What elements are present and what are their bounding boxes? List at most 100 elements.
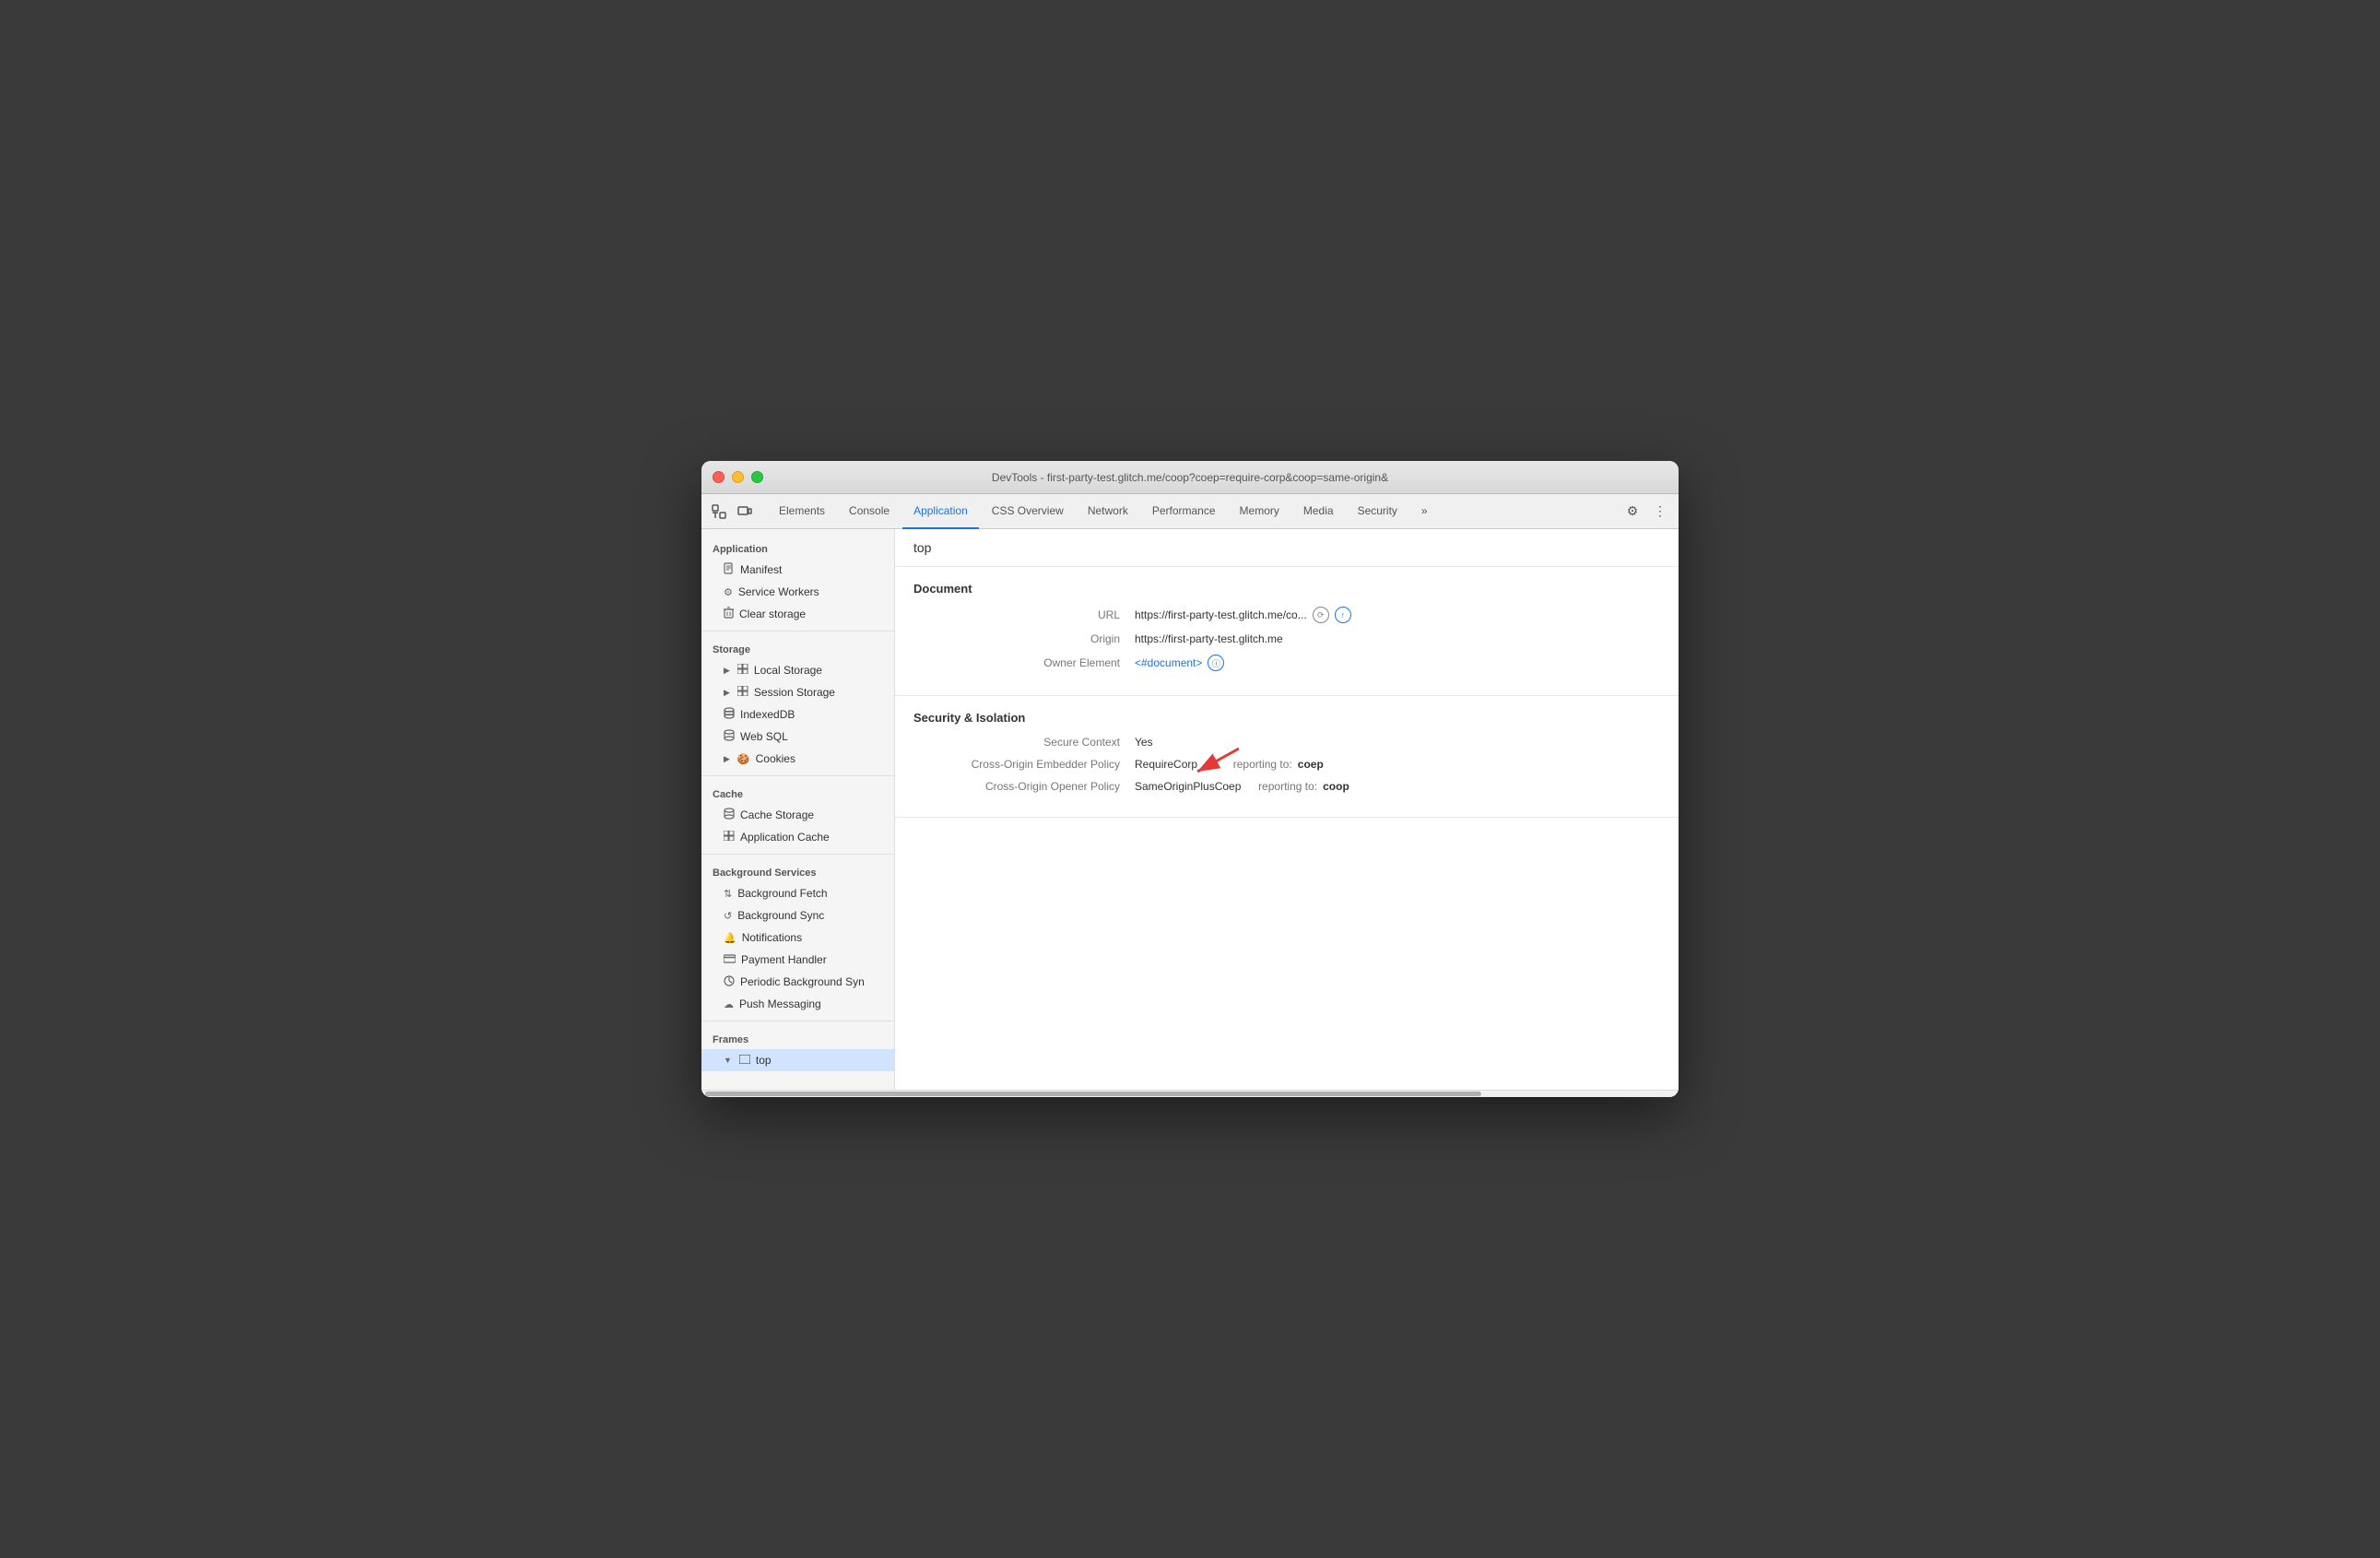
sidebar-section-frames: Frames: [701, 1027, 894, 1049]
sidebar-item-periodic-bg-sync[interactable]: Periodic Background Syn: [701, 971, 894, 993]
sidebar-item-clear-storage[interactable]: Clear storage: [701, 603, 894, 625]
secure-context-text: Yes: [1135, 736, 1153, 749]
settings-icon[interactable]: ⚙: [1621, 501, 1644, 523]
tabbar-right-controls: ⚙ ⋮: [1621, 501, 1671, 523]
sidebar-item-web-sql[interactable]: Web SQL: [701, 726, 894, 748]
origin-text: https://first-party-test.glitch.me: [1135, 632, 1283, 645]
sidebar-item-manifest[interactable]: Manifest: [701, 559, 894, 581]
sidebar-item-service-workers[interactable]: ⚙ Service Workers: [701, 581, 894, 603]
url-copy-icon[interactable]: ⟳: [1313, 607, 1329, 623]
url-field-row: URL https://first-party-test.glitch.me/c…: [913, 607, 1660, 623]
payment-handler-icon: [724, 954, 736, 966]
content-panel: top Document URL https://first-party-tes…: [895, 529, 1679, 1090]
push-messaging-icon: ☁: [724, 998, 734, 1010]
notifications-label: Notifications: [742, 931, 802, 944]
url-label: URL: [932, 608, 1135, 621]
sidebar-item-notifications[interactable]: 🔔 Notifications: [701, 927, 894, 949]
tab-css-overview[interactable]: CSS Overview: [981, 494, 1075, 529]
minimize-button[interactable]: [732, 471, 744, 483]
background-fetch-label: Background Fetch: [737, 887, 827, 900]
security-section-title: Security & Isolation: [913, 711, 1660, 725]
session-storage-icon: [737, 686, 748, 699]
periodic-bg-sync-icon: [724, 975, 735, 989]
secure-context-value: Yes: [1135, 736, 1153, 749]
secure-context-label: Secure Context: [932, 736, 1135, 749]
owner-element-field-row: Owner Element <#document> ⓘ: [913, 655, 1660, 671]
content-breadcrumb: top: [895, 529, 1679, 567]
sidebar-item-cookies[interactable]: ▶ 🍪 Cookies: [701, 748, 894, 770]
sidebar-item-payment-handler[interactable]: Payment Handler: [701, 949, 894, 971]
maximize-button[interactable]: [751, 471, 763, 483]
tab-network[interactable]: Network: [1077, 494, 1139, 529]
cookies-arrow: ▶: [724, 754, 730, 764]
cookies-icon: 🍪: [737, 753, 750, 765]
background-sync-icon: ↺: [724, 910, 732, 922]
devtools-window: DevTools - first-party-test.glitch.me/co…: [701, 461, 1679, 1097]
sidebar-item-indexeddb[interactable]: IndexedDB: [701, 703, 894, 726]
top-frame-icon: [739, 1055, 750, 1067]
sidebar-scrollbar-area: [701, 1090, 1679, 1097]
sidebar-item-top-frame[interactable]: ▼ top: [701, 1049, 894, 1071]
coop-reporting-value: coop: [1323, 780, 1349, 793]
session-storage-arrow: ▶: [724, 688, 730, 698]
window-title: DevTools - first-party-test.glitch.me/co…: [992, 471, 1388, 484]
sidebar-scrollbar-thumb[interactable]: [705, 1092, 1481, 1096]
periodic-bg-sync-label: Periodic Background Syn: [740, 975, 865, 988]
origin-label: Origin: [932, 632, 1135, 645]
secure-context-field-row: Secure Context Yes: [913, 736, 1660, 749]
tabbar: Elements Console Application CSS Overvie…: [701, 494, 1679, 529]
traffic-lights: [713, 471, 763, 483]
coep-arrow-container: RequireCorp: [1135, 758, 1197, 771]
session-storage-label: Session Storage: [754, 686, 835, 699]
owner-element-link[interactable]: <#document>: [1135, 656, 1202, 669]
device-toggle-icon[interactable]: [735, 502, 755, 522]
coep-field-row: Cross-Origin Embedder Policy RequireCorp: [913, 758, 1660, 771]
manifest-label: Manifest: [740, 563, 782, 576]
coop-field-row: Cross-Origin Opener Policy SameOriginPlu…: [913, 780, 1660, 793]
sidebar-item-background-fetch[interactable]: ⇅ Background Fetch: [701, 882, 894, 904]
close-button[interactable]: [713, 471, 725, 483]
origin-field-row: Origin https://first-party-test.glitch.m…: [913, 632, 1660, 645]
coep-value: RequireCorp: [1135, 758, 1324, 771]
sidebar-section-bg-services: Background Services: [701, 860, 894, 882]
application-cache-icon: [724, 831, 735, 844]
tab-application[interactable]: Application: [902, 494, 979, 529]
url-value: https://first-party-test.glitch.me/co...…: [1135, 607, 1351, 623]
background-sync-label: Background Sync: [737, 909, 824, 922]
red-arrow-annotation: [1188, 739, 1253, 785]
owner-element-info-icon[interactable]: ⓘ: [1208, 655, 1224, 671]
web-sql-label: Web SQL: [740, 730, 788, 743]
breadcrumb-text: top: [913, 540, 931, 555]
tab-console[interactable]: Console: [838, 494, 901, 529]
document-section: Document URL https://first-party-test.gl…: [895, 567, 1679, 696]
url-navigate-icon[interactable]: ↑: [1335, 607, 1351, 623]
sidebar-item-background-sync[interactable]: ↺ Background Sync: [701, 904, 894, 927]
cache-storage-label: Cache Storage: [740, 809, 814, 821]
tab-memory[interactable]: Memory: [1229, 494, 1290, 529]
web-sql-icon: [724, 729, 735, 744]
sidebar-item-push-messaging[interactable]: ☁ Push Messaging: [701, 993, 894, 1015]
tab-security[interactable]: Security: [1347, 494, 1408, 529]
devtools-tool-icons: [709, 502, 755, 522]
sidebar: Application Manifest ⚙ Service Workers C…: [701, 529, 895, 1090]
sidebar-item-cache-storage[interactable]: Cache Storage: [701, 804, 894, 826]
tab-elements[interactable]: Elements: [768, 494, 836, 529]
more-options-icon[interactable]: ⋮: [1649, 501, 1671, 523]
owner-element-value: <#document> ⓘ: [1135, 655, 1224, 671]
inspector-icon[interactable]: [709, 502, 729, 522]
main-area: Application Manifest ⚙ Service Workers C…: [701, 529, 1679, 1090]
tab-performance[interactable]: Performance: [1141, 494, 1227, 529]
clear-storage-label: Clear storage: [739, 608, 806, 620]
sidebar-item-application-cache[interactable]: Application Cache: [701, 826, 894, 848]
local-storage-label: Local Storage: [754, 664, 822, 677]
top-frame-label: top: [756, 1054, 772, 1067]
owner-element-label: Owner Element: [932, 656, 1135, 669]
sidebar-item-local-storage[interactable]: ▶ Local Storage: [701, 659, 894, 681]
sidebar-section-cache: Cache: [701, 782, 894, 804]
titlebar: DevTools - first-party-test.glitch.me/co…: [701, 461, 1679, 494]
payment-handler-label: Payment Handler: [741, 953, 827, 966]
tab-media[interactable]: Media: [1292, 494, 1345, 529]
sidebar-item-session-storage[interactable]: ▶ Session Storage: [701, 681, 894, 703]
tab-more[interactable]: »: [1410, 494, 1439, 529]
coep-reporting-value: coep: [1298, 758, 1324, 771]
